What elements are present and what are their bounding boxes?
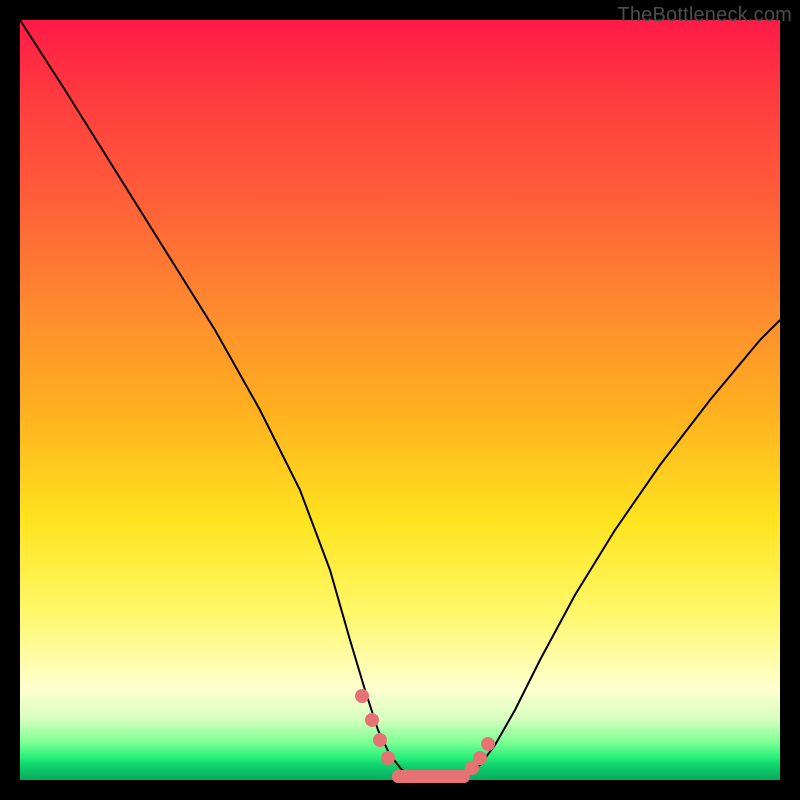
watermark-text: TheBottleneck.com: [617, 4, 792, 27]
marker-dot: [355, 689, 369, 703]
marker-dot: [365, 713, 379, 727]
bottleneck-curve: [20, 20, 780, 780]
chart-frame: TheBottleneck.com: [0, 0, 800, 800]
marker-dot: [373, 733, 387, 747]
marker-dot: [481, 737, 495, 751]
curve-path: [20, 20, 780, 777]
marker-dot: [381, 751, 395, 765]
valley-bar: [392, 770, 470, 783]
plot-area: [20, 20, 780, 780]
marker-dot: [473, 751, 487, 765]
